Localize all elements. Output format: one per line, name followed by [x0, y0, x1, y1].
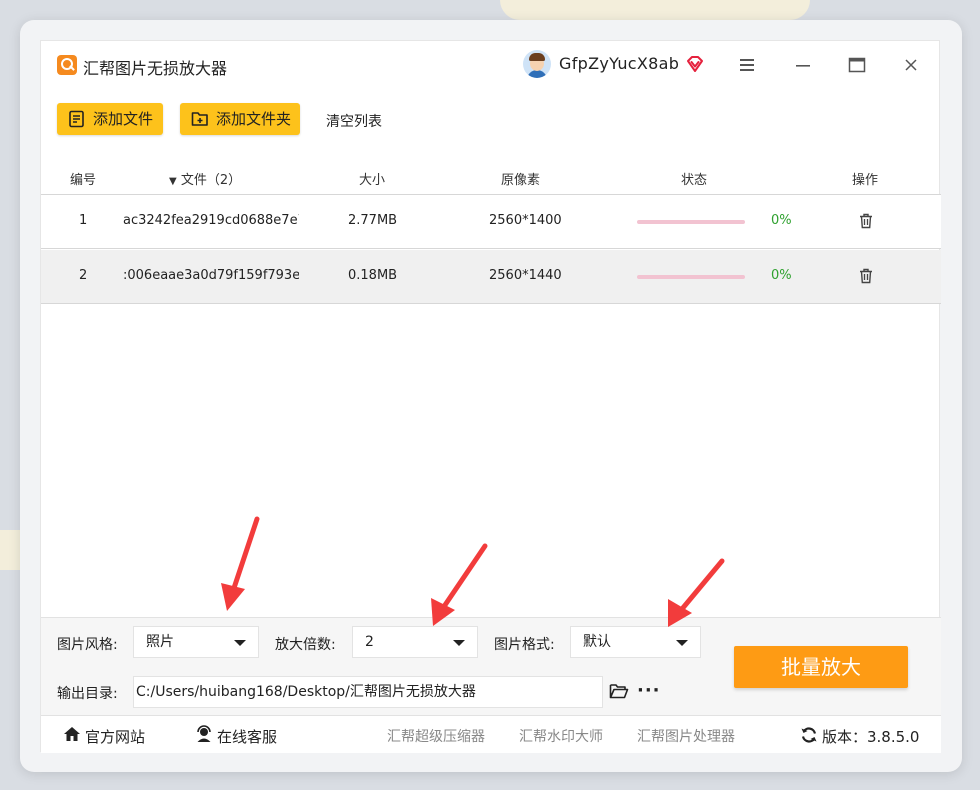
header-status: 状态 — [681, 173, 708, 188]
home-icon — [64, 727, 80, 741]
annotation-arrow-scale — [431, 543, 488, 626]
row-index: 2 — [79, 268, 88, 283]
row-resolution: 2560*1440 — [489, 268, 562, 283]
header-file-sort[interactable]: ▼ 文件（2） — [169, 169, 241, 188]
row-progress-bar — [637, 275, 745, 279]
scale-label: 放大倍数: — [275, 637, 336, 653]
chevron-down-icon — [453, 640, 465, 646]
output-path-input[interactable]: C:/Users/huibang168/Desktop/汇帮图片无损放大器 — [133, 676, 603, 708]
add-folder-icon — [191, 112, 208, 126]
row-resolution: 2560*1400 — [489, 213, 562, 228]
delete-icon[interactable] — [859, 213, 873, 229]
toolbar: 添加文件 添加文件夹 清空列表 — [41, 103, 941, 139]
app-panel: 汇帮图片无损放大器 GfpZyYucX8ab 添加文件 添加文件夹 清空列表 编… — [40, 40, 941, 753]
footer-link-compressor[interactable]: 汇帮超级压缩器 — [387, 726, 485, 746]
header-action: 操作 — [852, 173, 879, 188]
username[interactable]: GfpZyYucX8ab — [559, 54, 679, 73]
row-file-name: ac3242fea2919cd0688e7e7( — [123, 213, 299, 228]
row-size: 0.18MB — [348, 268, 398, 283]
more-options-icon[interactable]: ··· — [637, 680, 661, 701]
scale-select[interactable]: 2 — [352, 626, 478, 658]
scale-select-value: 2 — [365, 634, 374, 650]
style-select[interactable]: 照片 — [133, 626, 259, 658]
settings-panel: 图片风格: 照片 放大倍数: 2 图片格式: 默认 输出目录: C:/Users… — [41, 617, 941, 715]
close-icon[interactable] — [899, 53, 923, 77]
row-file-name: :006eaae3a0d79f159f793e5 — [123, 268, 299, 283]
version-label: 版本：3.8.5.0 — [822, 728, 920, 746]
file-table-header: 编号 ▼ 文件（2） 大小 原像素 状态 操作 — [41, 159, 941, 195]
sort-down-icon: ▼ — [169, 176, 177, 187]
add-file-button[interactable]: 添加文件 — [57, 103, 163, 135]
app-window: 汇帮图片无损放大器 GfpZyYucX8ab 添加文件 添加文件夹 清空列表 编… — [20, 20, 962, 772]
row-progress-percent: 0% — [771, 213, 792, 228]
footer-link-image-tool[interactable]: 汇帮图片处理器 — [637, 726, 735, 746]
maximize-icon[interactable] — [845, 53, 869, 77]
format-label: 图片格式: — [494, 637, 555, 653]
style-select-value: 照片 — [146, 634, 174, 650]
table-row[interactable]: 2 :006eaae3a0d79f159f793e5 0.18MB 2560*1… — [41, 250, 941, 304]
add-file-icon — [69, 110, 84, 128]
minimize-icon[interactable] — [791, 53, 815, 77]
footer-link-watermark[interactable]: 汇帮水印大师 — [519, 726, 603, 746]
refresh-icon[interactable] — [800, 726, 818, 744]
footer-bar: 官方网站 在线客服 汇帮超级压缩器 汇帮水印大师 汇帮图片处理器 版本：3.8.… — [41, 715, 941, 753]
delete-icon[interactable] — [859, 268, 873, 284]
header-index: 编号 — [70, 173, 97, 188]
row-progress-bar — [637, 220, 745, 224]
format-select[interactable]: 默认 — [570, 626, 701, 658]
add-folder-button[interactable]: 添加文件夹 — [180, 103, 300, 135]
backdrop-decoration — [500, 0, 810, 20]
header-file-label: 文件（2） — [180, 173, 242, 188]
title-bar: 汇帮图片无损放大器 GfpZyYucX8ab — [41, 41, 941, 89]
menu-icon[interactable] — [735, 53, 759, 77]
backdrop-decoration-left — [0, 530, 22, 570]
row-size: 2.77MB — [348, 213, 398, 228]
online-support-link[interactable]: 在线客服 — [217, 726, 277, 747]
clear-list-button[interactable]: 清空列表 — [326, 111, 382, 131]
chevron-down-icon — [676, 640, 688, 646]
annotation-arrow-style — [221, 516, 260, 611]
official-website-link[interactable]: 官方网站 — [85, 726, 145, 747]
open-folder-icon[interactable] — [609, 682, 629, 700]
header-size: 大小 — [359, 173, 386, 188]
row-index: 1 — [79, 213, 88, 228]
add-file-label: 添加文件 — [93, 110, 154, 128]
vip-diamond-icon[interactable] — [685, 54, 705, 74]
chevron-down-icon — [234, 640, 246, 646]
style-label: 图片风格: — [57, 637, 118, 653]
app-logo-icon — [57, 55, 77, 75]
customer-service-icon — [197, 725, 211, 742]
row-progress-percent: 0% — [771, 268, 792, 283]
app-title: 汇帮图片无损放大器 — [83, 59, 228, 78]
format-select-value: 默认 — [583, 634, 611, 650]
output-label: 输出目录: — [57, 686, 118, 702]
table-row[interactable]: 1 ac3242fea2919cd0688e7e7( 2.77MB 2560*1… — [41, 195, 941, 249]
header-resolution: 原像素 — [501, 173, 541, 188]
batch-upscale-button[interactable]: 批量放大 — [734, 646, 908, 688]
user-avatar[interactable] — [523, 50, 551, 78]
add-folder-label: 添加文件夹 — [216, 110, 292, 128]
annotation-arrow-format — [668, 558, 725, 627]
